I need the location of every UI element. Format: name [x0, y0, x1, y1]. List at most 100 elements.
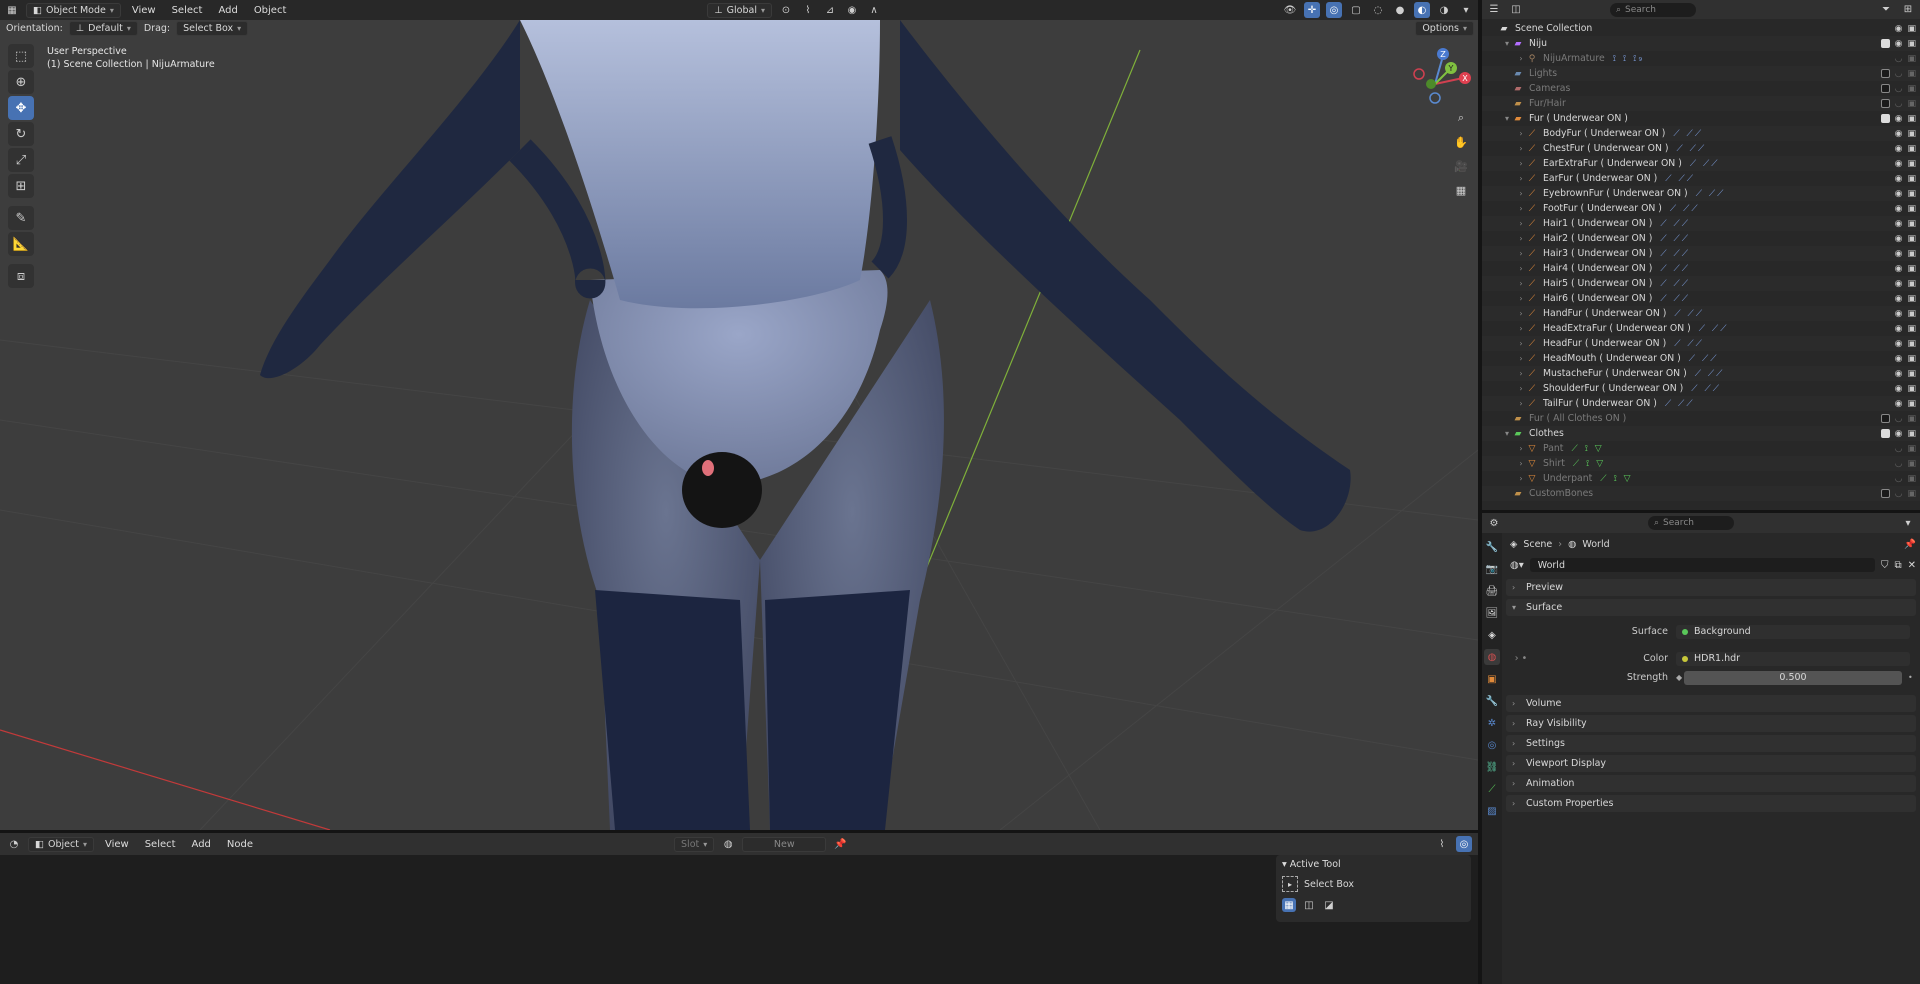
menu-object[interactable]: Object [249, 3, 292, 18]
fake-user-icon[interactable]: ⛉ [1881, 560, 1889, 571]
expand-toggle-icon[interactable]: › [1516, 369, 1526, 378]
render-camera-icon[interactable]: ▣ [1907, 459, 1916, 469]
eye-icon[interactable]: ◉ [1895, 294, 1903, 304]
zoom-icon[interactable]: ⌕ [1451, 108, 1471, 128]
eye-icon[interactable]: ◡ [1895, 474, 1903, 484]
outliner-row[interactable]: › ⟋ Hair3 ( Underwear ON ) ⟋ ⟋⟋ ◉ ▣ [1482, 246, 1920, 261]
render-camera-icon[interactable]: ▣ [1907, 444, 1916, 454]
outliner-row[interactable]: ▾ ▰ Clothes ◉ ▣ [1482, 426, 1920, 441]
expand-toggle-icon[interactable]: ▾ [1502, 39, 1512, 48]
editor-type-icon[interactable]: ▦ [4, 2, 20, 18]
visibility-icon[interactable]: 👁 [1282, 2, 1298, 18]
panel-ray-visibility[interactable]: › Ray Visibility [1506, 715, 1916, 732]
expand-toggle-icon[interactable]: › [1516, 309, 1526, 318]
eye-icon[interactable]: ◡ [1895, 99, 1903, 109]
render-camera-icon[interactable]: ▣ [1907, 429, 1916, 439]
eye-icon[interactable]: ◉ [1895, 144, 1903, 154]
duplicate-icon[interactable]: ⧉ [1894, 560, 1901, 571]
expand-toggle-icon[interactable]: › [1516, 129, 1526, 138]
exclude-checkbox[interactable] [1880, 114, 1890, 123]
eye-icon[interactable]: ◉ [1895, 204, 1903, 214]
texture-tab-icon[interactable]: ▨ [1484, 803, 1500, 819]
render-camera-icon[interactable]: ▣ [1907, 399, 1916, 409]
eye-icon[interactable]: ◡ [1895, 489, 1903, 499]
eye-icon[interactable]: ◉ [1895, 219, 1903, 229]
menu-select[interactable]: Select [167, 3, 208, 18]
outliner-row[interactable]: › ▽ Underpant ⟋ ⟟ ▽ ◡ ▣ [1482, 471, 1920, 486]
node-menu-node[interactable]: Node [222, 837, 258, 852]
render-camera-icon[interactable]: ▣ [1907, 249, 1916, 259]
options-dropdown[interactable]: Options ▾ [1415, 21, 1474, 36]
menu-add[interactable]: Add [213, 3, 242, 18]
expand-toggle-icon[interactable]: › [1516, 189, 1526, 198]
subtract-selection-icon[interactable]: ◪ [1322, 898, 1336, 912]
strength-slider[interactable]: 0.500 [1684, 670, 1902, 685]
modifier-tab-icon[interactable]: 🔧 [1484, 693, 1500, 709]
keyframe-dot-icon[interactable]: • [1908, 673, 1916, 682]
annotate-tool-icon[interactable]: ✎ [8, 206, 34, 230]
material-shading-icon[interactable]: ◐ [1414, 2, 1430, 18]
options-chevron-icon[interactable]: ▾ [1900, 515, 1916, 531]
render-camera-icon[interactable]: ▣ [1907, 69, 1916, 79]
xray-icon[interactable]: ▢ [1348, 2, 1364, 18]
expand-toggle-icon[interactable]: › [1516, 249, 1526, 258]
expand-toggle-icon[interactable]: › [1516, 384, 1526, 393]
outliner-row[interactable]: ▰ Fur ( All Clothes ON ) ◡ ▣ [1482, 411, 1920, 426]
outliner-row[interactable]: ▾ ▰ Fur ( Underwear ON ) ◉ ▣ [1482, 111, 1920, 126]
render-camera-icon[interactable]: ▣ [1907, 324, 1916, 334]
constraints-tab-icon[interactable]: ⛓ [1484, 759, 1500, 775]
outliner-row[interactable]: › ⟋ HeadFur ( Underwear ON ) ⟋ ⟋⟋ ◉ ▣ [1482, 336, 1920, 351]
output-tab-icon[interactable]: 🖨 [1484, 583, 1500, 599]
node-menu-view[interactable]: View [100, 837, 134, 852]
panel-preview[interactable]: › Preview [1506, 579, 1916, 596]
active-tool-title[interactable]: ▾ Active Tool [1282, 859, 1465, 870]
eye-icon[interactable]: ◉ [1895, 399, 1903, 409]
eye-icon[interactable]: ◉ [1895, 369, 1903, 379]
expand-toggle-icon[interactable]: › [1516, 324, 1526, 333]
expand-chevron-icon[interactable]: › • [1506, 653, 1536, 664]
eye-icon[interactable]: ◡ [1895, 54, 1903, 64]
expand-toggle-icon[interactable]: › [1516, 159, 1526, 168]
eye-icon[interactable]: ◉ [1895, 279, 1903, 289]
panel-animation[interactable]: › Animation [1506, 775, 1916, 792]
outliner-row[interactable]: › ⟋ HeadExtraFur ( Underwear ON ) ⟋ ⟋⟋ ◉ ▣ [1482, 321, 1920, 336]
wireframe-shading-icon[interactable]: ◌ [1370, 2, 1386, 18]
outliner-row[interactable]: › ⟋ TailFur ( Underwear ON ) ⟋ ⟋⟋ ◉ ▣ [1482, 396, 1920, 411]
expand-toggle-icon[interactable]: ▾ [1502, 429, 1512, 438]
render-camera-icon[interactable]: ▣ [1907, 414, 1916, 424]
filter-icon[interactable]: ⏷ [1878, 2, 1894, 18]
eye-icon[interactable]: ◉ [1895, 189, 1903, 199]
render-camera-icon[interactable]: ▣ [1907, 54, 1916, 64]
new-material-button[interactable]: New [742, 836, 827, 852]
shader-type-dropdown[interactable]: ◧ Object ▾ [28, 836, 94, 852]
pin-icon[interactable]: 📌 [832, 836, 848, 852]
scene-tab-icon[interactable]: ◈ [1484, 627, 1500, 643]
rotate-tool-icon[interactable]: ↻ [8, 122, 34, 146]
eye-icon[interactable]: ◉ [1895, 384, 1903, 394]
panel-surface[interactable]: ▾ Surface [1506, 599, 1916, 616]
data-tab-icon[interactable]: ⟋ [1484, 781, 1500, 797]
render-camera-icon[interactable]: ▣ [1907, 159, 1916, 169]
navigation-gizmo[interactable]: Z X Y [1405, 46, 1473, 108]
properties-search-input[interactable]: ⌕ Search [1648, 516, 1734, 530]
exclude-checkbox[interactable] [1880, 39, 1890, 48]
world-browse-icon[interactable]: ◍▾ [1510, 560, 1524, 571]
shading-options-icon[interactable]: ▾ [1458, 2, 1474, 18]
menu-view[interactable]: View [127, 3, 161, 18]
outliner-row[interactable]: ▰ CustomBones ◡ ▣ [1482, 486, 1920, 501]
expand-toggle-icon[interactable]: › [1516, 219, 1526, 228]
expand-toggle-icon[interactable]: › [1516, 144, 1526, 153]
shader-editor[interactable]: ◔ ◧ Object ▾ View Select Add Node Slot ▾ ◍ … [0, 833, 1478, 984]
render-tab-icon[interactable]: 📷 [1484, 561, 1500, 577]
exclude-checkbox[interactable] [1880, 414, 1890, 423]
outliner-row[interactable]: › ⟋ MustacheFur ( Underwear ON ) ⟋ ⟋⟋ ◉ ▣ [1482, 366, 1920, 381]
slot-dropdown[interactable]: Slot ▾ [674, 836, 715, 852]
outliner-search-input[interactable]: ⌕ Search [1610, 2, 1696, 17]
outliner-row[interactable]: › ▽ Pant ⟋ ⟟ ▽ ◡ ▣ [1482, 441, 1920, 456]
expand-toggle-icon[interactable]: › [1516, 474, 1526, 483]
render-camera-icon[interactable]: ▣ [1907, 84, 1916, 94]
surface-shader-field[interactable]: Background [1676, 624, 1910, 639]
snap-node-icon[interactable]: ⌇ [1434, 836, 1450, 852]
outliner-row[interactable]: › ⟋ HeadMouth ( Underwear ON ) ⟋ ⟋⟋ ◉ ▣ [1482, 351, 1920, 366]
falloff-icon[interactable]: ∧ [866, 2, 882, 18]
